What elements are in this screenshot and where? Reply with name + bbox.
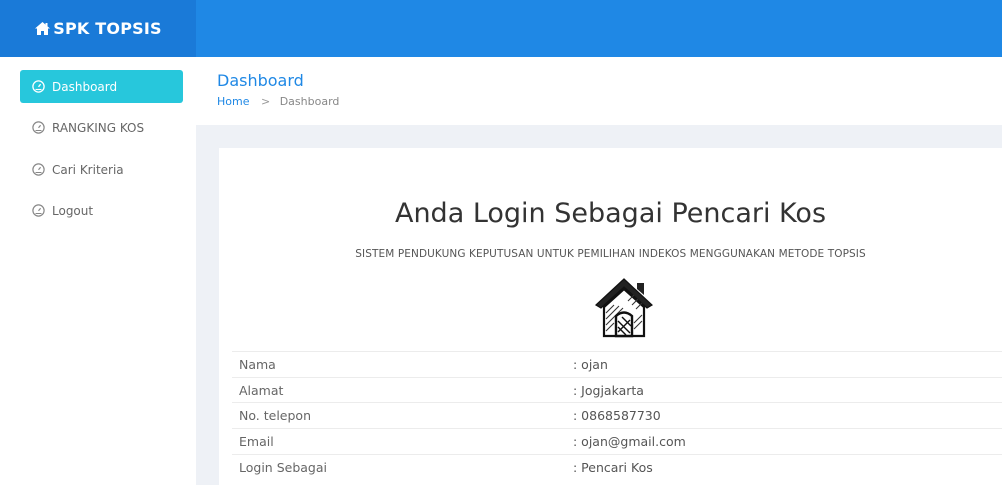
table-row: No. telepon : 0868587730	[232, 402, 1002, 429]
info-value: : Jogjakarta	[566, 376, 1002, 403]
info-label: Email	[232, 428, 566, 455]
sidebar-item-cari-kriteria[interactable]: Cari Kriteria	[20, 153, 183, 186]
info-value: : ojan@gmail.com	[566, 428, 1002, 455]
table-row: Email : ojan@gmail.com	[232, 428, 1002, 455]
sidebar-item-label: Dashboard	[52, 79, 118, 94]
table-row: Login Sebagai : Pencari Kos	[232, 453, 1002, 480]
info-value: : Pencari Kos	[566, 453, 1002, 480]
top-bar: SPK TOPSIS	[0, 0, 1002, 57]
dashboard-icon	[32, 163, 45, 176]
sidebar: Dashboard RANGKING KOS Cari Kriteria Log…	[0, 57, 196, 485]
dashboard-icon	[32, 80, 45, 93]
sidebar-item-label: Cari Kriteria	[52, 162, 124, 177]
info-label: No. telepon	[232, 402, 566, 429]
welcome-card: Anda Login Sebagai Pencari Kos SISTEM PE…	[219, 148, 1002, 485]
house-sketch-icon	[595, 278, 653, 338]
breadcrumb-separator: >	[260, 95, 271, 108]
info-value: : 0868587730	[566, 402, 1002, 429]
info-label: Alamat	[232, 376, 566, 403]
brand-title: SPK TOPSIS	[53, 19, 162, 38]
welcome-subtitle: SISTEM PENDUKUNG KEPUTUSAN UNTUK PEMILIH…	[355, 248, 866, 260]
table-row: Nama : ojan	[232, 351, 1002, 378]
page-title: Dashboard	[217, 71, 304, 90]
breadcrumb-home-link[interactable]: Home	[217, 95, 249, 108]
sidebar-item-dashboard[interactable]: Dashboard	[20, 70, 183, 103]
page-header: Dashboard Home > Dashboard	[196, 57, 1002, 125]
info-label: Login Sebagai	[232, 453, 566, 480]
info-value: : ojan	[566, 351, 1002, 378]
info-label: Nama	[232, 351, 566, 378]
sidebar-item-logout[interactable]: Logout	[20, 194, 183, 227]
sidebar-item-label: Logout	[52, 203, 94, 218]
welcome-title: Anda Login Sebagai Pencari Kos	[394, 198, 827, 229]
breadcrumb-current: Dashboard	[279, 95, 340, 108]
dashboard-icon	[32, 121, 45, 134]
brand-logo[interactable]: SPK TOPSIS	[0, 0, 196, 57]
sidebar-item-rangking-kos[interactable]: RANGKING KOS	[20, 111, 183, 144]
dashboard-icon	[32, 204, 45, 217]
profile-info-table: Nama : ojan Alamat : Jogjakarta No. tele…	[232, 351, 1002, 480]
breadcrumb: Home > Dashboard	[217, 95, 339, 108]
table-row: Alamat : Jogjakarta	[232, 376, 1002, 403]
home-icon	[35, 22, 51, 35]
sidebar-item-label: RANGKING KOS	[52, 120, 145, 135]
